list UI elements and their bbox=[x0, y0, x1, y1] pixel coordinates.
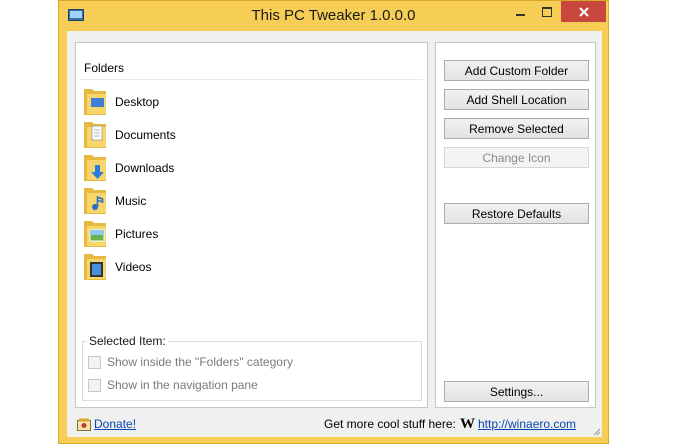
selected-item-title: Selected Item: bbox=[87, 334, 168, 348]
folder-label: Desktop bbox=[115, 95, 160, 109]
show-in-folders-label: Show inside the "Folders" category bbox=[107, 355, 293, 369]
minimize-button[interactable] bbox=[507, 1, 533, 22]
change-icon-button[interactable]: Change Icon bbox=[444, 147, 589, 168]
settings-button[interactable]: Settings... bbox=[444, 381, 589, 402]
music-folder-icon bbox=[84, 188, 106, 214]
winaero-logo: W bbox=[460, 416, 475, 432]
folder-label: Downloads bbox=[115, 161, 175, 175]
downloads-folder-icon bbox=[84, 155, 106, 181]
title-bar[interactable]: This PC Tweaker 1.0.0.0 bbox=[59, 1, 608, 31]
actions-panel: Add Custom Folder Add Shell Location Rem… bbox=[435, 42, 596, 408]
minimize-icon bbox=[515, 13, 525, 16]
restore-defaults-button[interactable]: Restore Defaults bbox=[444, 203, 589, 224]
show-in-nav-option[interactable]: Show in the navigation pane bbox=[88, 377, 258, 393]
remove-selected-button[interactable]: Remove Selected bbox=[444, 118, 589, 139]
pictures-folder-icon bbox=[84, 221, 106, 247]
list-item-pictures[interactable]: Pictures bbox=[82, 217, 382, 250]
documents-folder-icon bbox=[84, 122, 106, 148]
show-in-folders-option[interactable]: Show inside the "Folders" category bbox=[88, 354, 293, 370]
winaero-link[interactable]: http://winaero.com bbox=[478, 417, 576, 431]
list-item-desktop[interactable]: Desktop bbox=[82, 85, 382, 118]
selected-item-group: Selected Item: Show inside the "Folders"… bbox=[82, 334, 422, 401]
folder-label: Documents bbox=[115, 128, 176, 142]
client-area: Folders Desktop Documents Downloads Musi… bbox=[67, 31, 602, 437]
maximize-icon bbox=[542, 6, 552, 17]
promo-text: Get more cool stuff here: bbox=[324, 417, 456, 431]
list-item-music[interactable]: Music bbox=[82, 184, 382, 217]
show-in-nav-checkbox[interactable] bbox=[88, 378, 101, 392]
donate-icon bbox=[77, 418, 91, 431]
add-shell-location-button[interactable]: Add Shell Location bbox=[444, 89, 589, 110]
folder-label: Pictures bbox=[115, 227, 159, 241]
list-item-downloads[interactable]: Downloads bbox=[82, 151, 382, 184]
header-divider bbox=[80, 79, 423, 80]
list-item-documents[interactable]: Documents bbox=[82, 118, 382, 151]
folder-label: Videos bbox=[115, 260, 152, 274]
app-window: This PC Tweaker 1.0.0.0 Folders Desktop … bbox=[58, 0, 609, 444]
desktop-folder-icon bbox=[84, 89, 106, 115]
folders-header: Folders bbox=[84, 61, 125, 75]
folders-list[interactable]: Folders Desktop Documents Downloads Musi… bbox=[75, 42, 428, 408]
donate-link[interactable]: Donate! bbox=[94, 417, 136, 431]
folder-label: Music bbox=[115, 194, 147, 208]
show-in-nav-label: Show in the navigation pane bbox=[107, 378, 258, 392]
add-custom-folder-button[interactable]: Add Custom Folder bbox=[444, 60, 589, 81]
close-button[interactable] bbox=[561, 1, 606, 22]
resize-grip-icon[interactable] bbox=[591, 426, 601, 436]
show-in-folders-checkbox[interactable] bbox=[88, 355, 101, 369]
close-icon bbox=[578, 6, 589, 17]
maximize-button[interactable] bbox=[534, 1, 560, 22]
footer: Donate! Get more cool stuff here: W http… bbox=[67, 413, 602, 437]
videos-folder-icon bbox=[84, 254, 106, 280]
list-item-videos[interactable]: Videos bbox=[82, 250, 382, 283]
